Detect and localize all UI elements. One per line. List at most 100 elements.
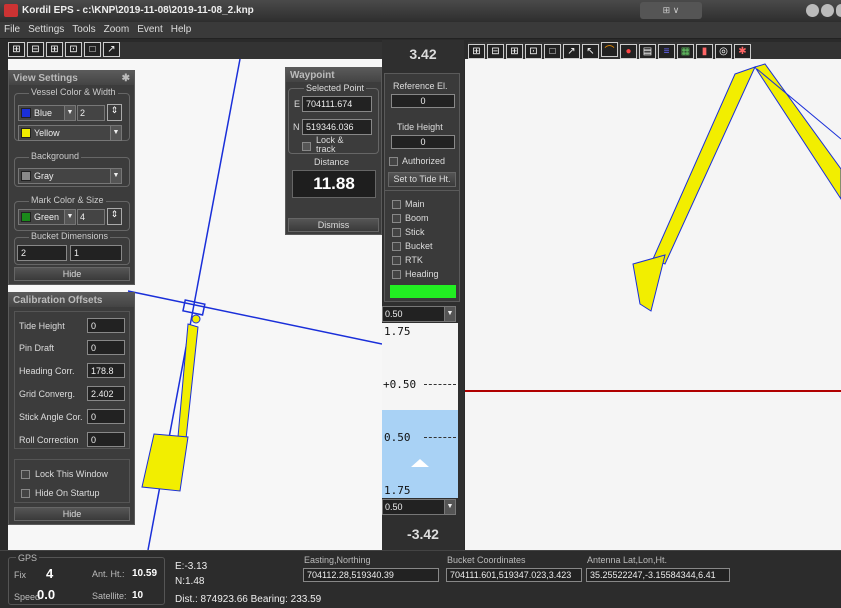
stick-angle-field[interactable]: 0 bbox=[87, 409, 125, 424]
zoom-extent-icon[interactable]: □ bbox=[84, 42, 101, 57]
layer-checkbox[interactable] bbox=[392, 200, 401, 209]
calibration-hide-button[interactable]: Hide bbox=[14, 507, 130, 521]
lock-window-checkbox[interactable] bbox=[21, 470, 30, 479]
settings-icon[interactable]: ✱ bbox=[734, 44, 751, 59]
pointer-icon[interactable]: ↖ bbox=[582, 44, 599, 59]
mark-color-select[interactable]: Green ▼ bbox=[18, 209, 76, 225]
list-icon[interactable]: ≡ bbox=[658, 44, 675, 59]
menu-help[interactable]: Help bbox=[167, 22, 196, 37]
profile-view-map[interactable] bbox=[465, 59, 841, 550]
fix-value: 4 bbox=[46, 566, 54, 581]
roll-correction-field[interactable]: 0 bbox=[87, 432, 125, 447]
flag-icon[interactable]: ▮ bbox=[696, 44, 713, 59]
row-label: Grid Converg. bbox=[19, 389, 76, 399]
dismiss-button[interactable]: Dismiss bbox=[288, 218, 379, 232]
heading-corr-field[interactable]: 178.8 bbox=[87, 363, 125, 378]
authorized-checkbox[interactable] bbox=[389, 157, 398, 166]
zoom-fit-icon[interactable]: ⊞ bbox=[506, 44, 523, 59]
group-label: Bucket Dimensions bbox=[29, 231, 111, 241]
bucket-height-field[interactable]: 1 bbox=[70, 245, 122, 261]
row-label: Heading Corr. bbox=[19, 366, 75, 376]
layout-switcher[interactable]: ⊞ ∨ bbox=[640, 2, 702, 19]
speed-value: 0.0 bbox=[37, 587, 56, 602]
right-toolbar: ⊞ ⊟ ⊞ ⊡ □ ↗ ↖ ⌒ ● ▤ ≡ ▦ ▮ ◎ ✱ bbox=[468, 42, 841, 59]
close-icon[interactable] bbox=[836, 4, 841, 17]
tide-height-field[interactable]: 0 bbox=[87, 318, 125, 333]
antenna-field: 35.25522247,-3.15584344,6.41 bbox=[586, 568, 730, 582]
menu-settings[interactable]: Settings bbox=[24, 22, 68, 37]
boom-shape bbox=[177, 323, 199, 440]
maximize-icon[interactable] bbox=[821, 4, 834, 17]
reference-field[interactable]: 0 bbox=[391, 94, 455, 108]
layer-icon[interactable]: ▤ bbox=[639, 44, 656, 59]
chart-icon[interactable]: ▦ bbox=[677, 44, 694, 59]
group-label: Vessel Color & Width bbox=[29, 87, 118, 97]
zoom-fit-icon[interactable]: ⊞ bbox=[46, 42, 63, 57]
menu-zoom[interactable]: Zoom bbox=[100, 22, 134, 37]
pan-icon[interactable]: ↗ bbox=[563, 44, 580, 59]
view-settings-hide-button[interactable]: Hide bbox=[14, 267, 130, 281]
group-label: Mark Color & Size bbox=[29, 195, 106, 205]
layer-checkbox[interactable] bbox=[392, 270, 401, 279]
scale-bottom-select[interactable]: 0.50 ▼ bbox=[382, 499, 456, 515]
minimize-icon[interactable] bbox=[806, 4, 819, 17]
hide-startup-checkbox[interactable] bbox=[21, 489, 30, 498]
zoom-extent-icon[interactable]: □ bbox=[544, 44, 561, 59]
zoom-out-icon[interactable]: ⊟ bbox=[487, 44, 504, 59]
easting-field[interactable]: 704111.674 bbox=[302, 96, 372, 112]
waypoint-panel: Waypoint Selected Point E 704111.674 N 5… bbox=[285, 67, 382, 235]
close-icon[interactable]: ✱ bbox=[122, 73, 130, 84]
northing-field[interactable]: 519346.036 bbox=[302, 119, 372, 135]
layer-checkbox[interactable] bbox=[392, 242, 401, 251]
menu-event[interactable]: Event bbox=[133, 22, 167, 37]
grid-converg-field[interactable]: 2.402 bbox=[87, 386, 125, 401]
menu-file[interactable]: File bbox=[0, 22, 24, 37]
background-color-select[interactable]: Gray ▼ bbox=[18, 168, 122, 184]
pan-icon[interactable]: ↗ bbox=[103, 42, 120, 57]
lock-window-label: Lock This Window bbox=[35, 469, 108, 479]
color-swatch bbox=[21, 108, 31, 118]
zoom-out-icon[interactable]: ⊟ bbox=[27, 42, 44, 57]
row-label: Tide Height bbox=[19, 321, 65, 331]
top-elevation-value: 3.42 bbox=[409, 46, 437, 62]
set-tide-button[interactable]: Set to Tide Ht. bbox=[388, 172, 456, 187]
boom-shape bbox=[754, 63, 841, 200]
view-settings-panel: View Settings ✱ Vessel Color & Width Blue… bbox=[8, 70, 135, 285]
easting-northing-field: 704112.28,519340.39 bbox=[303, 568, 439, 582]
layer-checkbox[interactable] bbox=[392, 228, 401, 237]
measure-icon[interactable]: ⌒ bbox=[601, 42, 618, 57]
zoom-window-icon[interactable]: ⊡ bbox=[525, 44, 542, 59]
vessel-color2-select[interactable]: Yellow ▼ bbox=[18, 125, 122, 141]
pin-draft-field[interactable]: 0 bbox=[87, 340, 125, 355]
gauge-tick bbox=[424, 384, 456, 385]
lock-track-checkbox[interactable] bbox=[302, 142, 311, 151]
waypoint-title: Waypoint bbox=[286, 68, 381, 82]
n-offset: N:1.48 bbox=[175, 576, 205, 587]
size-spinner-icon[interactable]: ⇕ bbox=[107, 208, 122, 225]
elevation-column: 3.42 Reference El. 0 Tide Height 0 Autho… bbox=[382, 40, 464, 550]
layer-checkbox[interactable] bbox=[392, 256, 401, 265]
vessel-width-select[interactable]: 2 bbox=[77, 105, 105, 121]
target-icon[interactable]: ◎ bbox=[715, 44, 732, 59]
layer-label: Boom bbox=[405, 213, 429, 223]
tide-icon[interactable]: ● bbox=[620, 44, 637, 59]
mark-size-select[interactable]: 4 bbox=[77, 209, 105, 225]
row-label: Pin Draft bbox=[19, 343, 55, 353]
bucket-width-field[interactable]: 2 bbox=[17, 245, 67, 261]
scale-top-select[interactable]: 0.50 ▼ bbox=[382, 306, 456, 322]
zoom-in-icon[interactable]: ⊞ bbox=[8, 42, 25, 57]
tide-field[interactable]: 0 bbox=[391, 135, 455, 149]
menu-bar: File Settings Tools Zoom Event Help bbox=[0, 22, 841, 39]
reference-label: Reference El. bbox=[393, 81, 448, 91]
menu-tools[interactable]: Tools bbox=[68, 22, 99, 37]
window-title: Kordil EPS - c:\KNP\2019-11-08\2019-11-0… bbox=[22, 5, 254, 16]
combo-value: 0.50 bbox=[385, 309, 403, 319]
vessel-color-select[interactable]: Blue ▼ bbox=[18, 105, 76, 121]
width-spinner-icon[interactable]: ⇕ bbox=[107, 104, 122, 121]
n-label: N bbox=[293, 122, 300, 132]
layer-checkbox[interactable] bbox=[392, 214, 401, 223]
profile-view-canvas bbox=[465, 63, 841, 392]
zoom-in-icon[interactable]: ⊞ bbox=[468, 44, 485, 59]
zoom-window-icon[interactable]: ⊡ bbox=[65, 42, 82, 57]
chevron-down-icon: ▼ bbox=[444, 307, 455, 321]
